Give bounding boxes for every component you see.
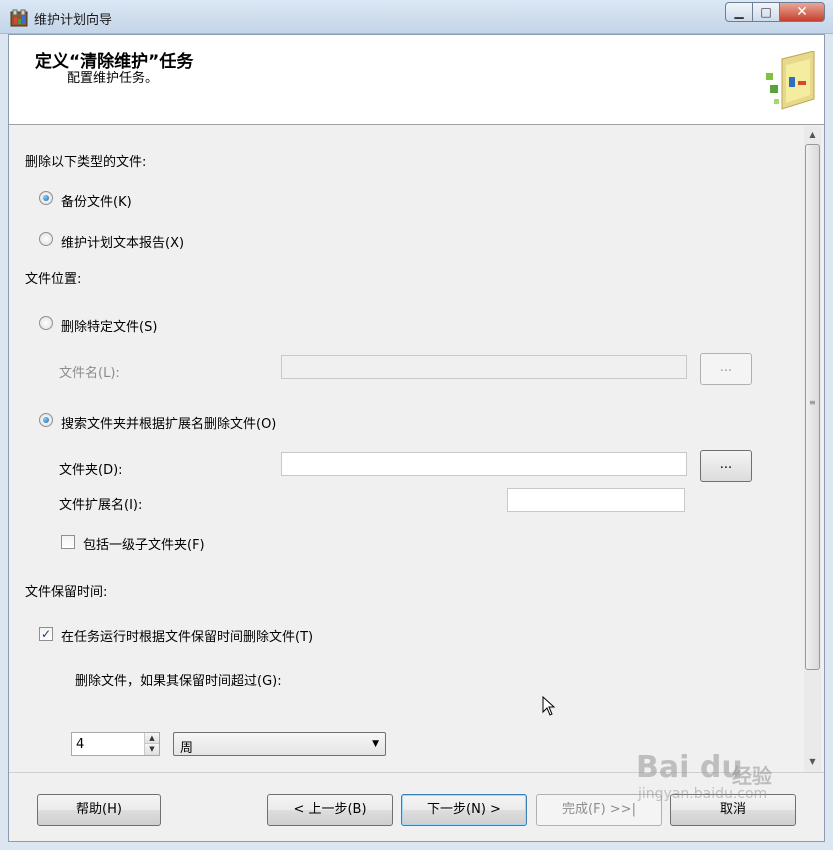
vertical-scrollbar[interactable]: ▲ ≡ ▼ <box>804 126 821 772</box>
backup-files-label[interactable]: 备份文件(K) <box>61 191 132 210</box>
filename-input[interactable] <box>281 355 687 379</box>
search-folder-radio[interactable] <box>39 413 53 427</box>
help-button[interactable]: 帮助(H) <box>37 794 161 826</box>
baidu-watermark: Bai du 经验 jingyan.baidu.com <box>628 750 808 810</box>
next-button-label: 下一步(N) > <box>427 802 501 817</box>
age-unit-value: 周 <box>180 741 194 756</box>
folder-browse-label: ... <box>719 457 733 472</box>
report-files-label[interactable]: 维护计划文本报告(X) <box>61 232 184 251</box>
title-bar: 维护计划向导 ▁ □ ✕ <box>0 0 833 34</box>
wizard-header: 定义“清除维护”任务 配置维护任务。 <box>9 35 824 125</box>
close-button[interactable]: ✕ <box>779 2 825 22</box>
task-settings-panel: 删除以下类型的文件: 备份文件(K) 维护计划文本报告(X) 文件位置: 删除特… <box>9 126 824 772</box>
age-unit-dropdown[interactable]: 周 ▼ <box>173 732 386 756</box>
include-subfolders-checkbox[interactable] <box>61 535 75 549</box>
file-location-label: 文件位置: <box>25 272 82 287</box>
age-value: 4 <box>76 737 85 752</box>
delete-by-age-label[interactable]: 在任务运行时根据文件保留时间删除文件(T) <box>61 626 313 645</box>
close-icon: ✕ <box>796 4 808 20</box>
backup-files-radio[interactable] <box>39 191 53 205</box>
check-icon: ✓ <box>40 627 52 641</box>
page-subtitle: 配置维护任务。 <box>67 71 159 86</box>
filename-browse-button[interactable]: ... <box>700 353 752 385</box>
help-button-label: 帮助(H) <box>76 802 122 817</box>
scrollbar-thumb[interactable]: ≡ <box>805 144 820 670</box>
age-stepper-arrows: ▲ ▼ <box>144 733 159 755</box>
grip-icon: ≡ <box>809 398 816 407</box>
age-stepper[interactable]: 4 ▲ ▼ <box>71 732 160 756</box>
spin-up-icon[interactable]: ▲ <box>145 733 159 744</box>
file-age-label: 文件保留时间: <box>25 585 108 600</box>
include-subfolders-label[interactable]: 包括一级子文件夹(F) <box>83 534 205 553</box>
watermark-brand-cn: 经验 <box>732 764 772 788</box>
folder-input[interactable] <box>281 452 687 476</box>
folder-label: 文件夹(D): <box>59 463 123 478</box>
extension-label: 文件扩展名(I): <box>59 498 143 513</box>
maximize-button[interactable]: □ <box>752 2 779 22</box>
window-title: 维护计划向导 <box>34 13 113 28</box>
specific-file-label[interactable]: 删除特定文件(S) <box>61 316 157 335</box>
spin-down-icon[interactable]: ▼ <box>145 744 159 755</box>
back-button-label: < 上一步(B) <box>293 802 367 817</box>
delete-by-age-checkbox[interactable]: ✓ <box>39 627 53 641</box>
window-controls: ▁ □ ✕ <box>725 2 825 22</box>
minimize-button[interactable]: ▁ <box>725 2 752 22</box>
watermark-brand: Bai du <box>636 750 743 785</box>
older-than-label: 删除文件，如果其保留时间超过(G): <box>75 674 282 689</box>
dialog-frame: 定义“清除维护”任务 配置维护任务。 删除以下类型的文件: 备份文件(K) 维护… <box>8 34 825 842</box>
search-folder-label[interactable]: 搜索文件夹并根据扩展名删除文件(O) <box>61 413 276 432</box>
wizard-banner-icon <box>766 51 815 110</box>
scroll-up-icon[interactable]: ▲ <box>804 126 821 143</box>
dropdown-arrow-icon: ▼ <box>372 739 379 749</box>
back-button[interactable]: < 上一步(B) <box>267 794 393 826</box>
specific-file-radio[interactable] <box>39 316 53 330</box>
mouse-pointer-icon <box>542 696 556 716</box>
filename-browse-label: ... <box>719 360 733 375</box>
extension-input[interactable] <box>507 488 685 512</box>
maximize-icon: □ <box>760 5 772 19</box>
watermark-url: jingyan.baidu.com <box>638 786 768 802</box>
finish-button-label: 完成(F) >>| <box>562 802 636 817</box>
report-files-radio[interactable] <box>39 232 53 246</box>
filename-label: 文件名(L): <box>59 366 120 381</box>
folder-browse-button[interactable]: ... <box>700 450 752 482</box>
next-button[interactable]: 下一步(N) > <box>401 794 527 826</box>
file-types-label: 删除以下类型的文件: <box>25 155 147 170</box>
minimize-icon: ▁ <box>734 5 744 19</box>
maintenance-plan-icon <box>10 9 28 27</box>
